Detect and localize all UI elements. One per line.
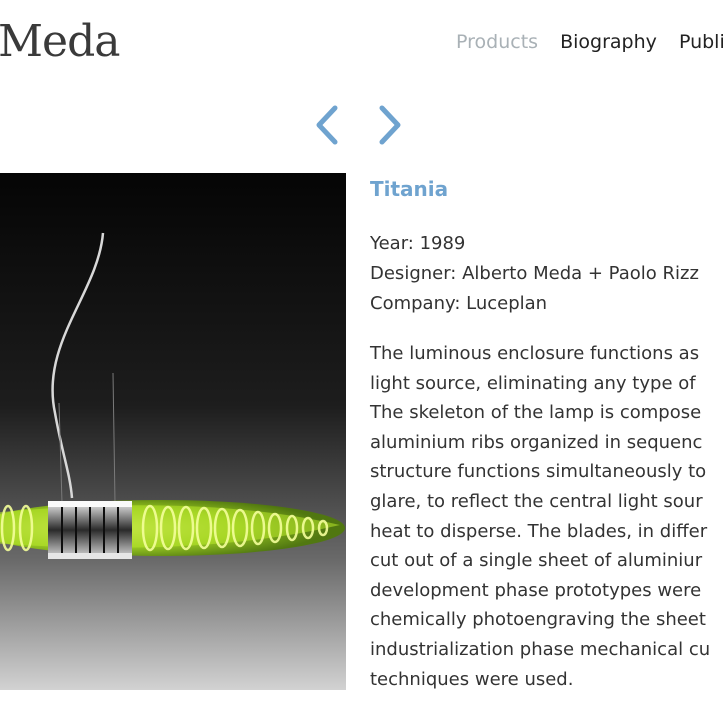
nav-item-biography[interactable]: Biography: [560, 31, 657, 53]
product-photo: [0, 173, 346, 690]
description-line: structure functions simultaneously to: [370, 461, 707, 483]
description-line: cut out of a single sheet of aluminiur: [370, 550, 703, 572]
description-line: techniques were used.: [370, 668, 574, 690]
product-company: Company: Luceplan: [370, 293, 548, 314]
description-line: The luminous enclosure functions as: [370, 343, 700, 364]
product-title: Titania: [370, 177, 449, 201]
description-line: chemically photoengraving the sheet: [370, 609, 706, 631]
next-product-button[interactable]: [372, 104, 406, 146]
product-description: The luminous enclosure functions as ligh…: [370, 339, 723, 694]
site-logo[interactable]: Meda: [0, 14, 120, 70]
description-line: glare, to reflect the central light sour: [370, 490, 703, 512]
description-line: development phase prototypes were: [370, 579, 702, 601]
description-line: industrialization phase mechanical cu: [370, 638, 711, 660]
chevron-left-icon: [316, 105, 338, 145]
previous-product-button[interactable]: [311, 104, 345, 146]
nav-item-products[interactable]: Products: [456, 31, 538, 53]
nav-item-publications[interactable]: Publi: [679, 31, 723, 53]
description-line: heat to disperse. The blades, in differ: [370, 520, 708, 542]
chevron-right-icon: [379, 105, 401, 145]
product-year: Year: 1989: [370, 233, 466, 254]
product-meta: Year: 1989 Designer: Alberto Meda + Paol…: [370, 229, 723, 319]
main-nav: Products Biography Publi: [456, 29, 723, 55]
description-line: The skeleton of the lamp is compose: [370, 402, 702, 424]
product-designer: Designer: Alberto Meda + Paolo Rizz: [370, 263, 699, 284]
product-details: Titania Year: 1989 Designer: Alberto Med…: [370, 173, 723, 694]
description-line: light source, eliminating any type of: [370, 372, 696, 394]
description-line: aluminium ribs organized in sequenc: [370, 431, 703, 453]
